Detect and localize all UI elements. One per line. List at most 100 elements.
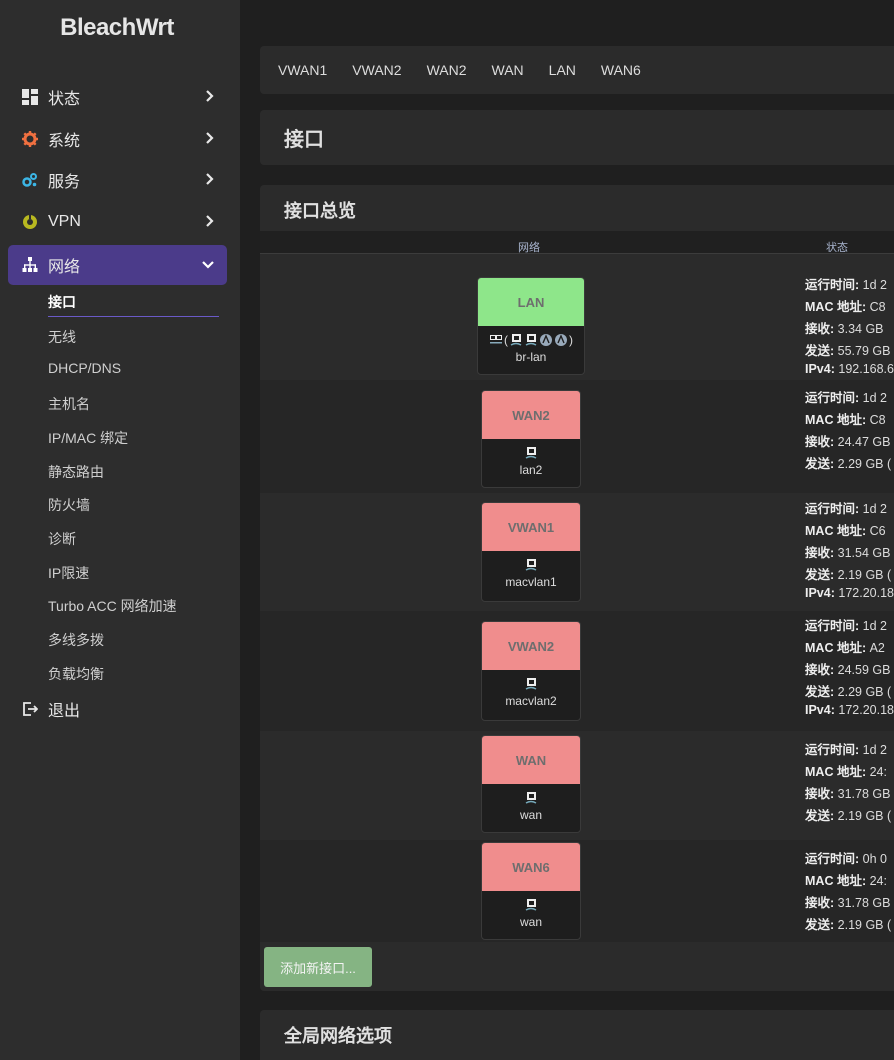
submenu-diagnostics[interactable]: 诊断 <box>48 529 76 549</box>
interface-name: LAN <box>478 278 584 326</box>
menu-label: 系统 <box>48 133 81 150</box>
menu-label: 服务 <box>48 174 81 191</box>
interface-badge-lan[interactable]: LAN ( ) br-lan <box>477 277 585 375</box>
menu-item-vpn[interactable]: VPN <box>8 202 227 242</box>
chevron-right-icon <box>206 173 214 185</box>
status-mac: MAC 地址: C8 <box>805 413 886 427</box>
menu-label: 退出 <box>48 703 81 720</box>
interface-name: VWAN1 <box>482 503 580 551</box>
tab-vwan1[interactable]: VWAN1 <box>278 62 327 78</box>
tab-wan2[interactable]: WAN2 <box>427 62 467 78</box>
logout-icon <box>20 701 40 717</box>
submenu-dhcp-dns[interactable]: DHCP/DNS <box>48 360 121 376</box>
status-tx: 发送: 2.19 GB ( <box>805 568 892 582</box>
status-uptime: 运行时间: 1d 2 <box>805 391 887 405</box>
chevron-right-icon <box>206 132 214 144</box>
chevron-right-icon <box>206 215 214 227</box>
menu-item-status[interactable]: 状态 <box>8 77 227 117</box>
status-rx: 接收: 3.34 GB <box>805 322 884 336</box>
status-uptime: 运行时间: 1d 2 <box>805 502 887 516</box>
ethernet-port-icon <box>525 559 537 571</box>
status-tx: 发送: 2.29 GB ( <box>805 685 892 699</box>
tab-lan[interactable]: LAN <box>549 62 576 78</box>
status-uptime: 运行时间: 1d 2 <box>805 619 887 633</box>
interface-badge-vwan2[interactable]: VWAN2 macvlan2 <box>481 621 581 721</box>
status-tx: 发送: 2.19 GB ( <box>805 918 892 932</box>
network-icon <box>20 257 40 273</box>
gear-icon <box>20 131 40 147</box>
ethernet-port-icon <box>525 334 537 346</box>
ethernet-port-icon <box>525 447 537 459</box>
status-ipv4: IPv4: 192.168.6 <box>805 362 894 376</box>
ethernet-port-icon <box>525 792 537 804</box>
global-network-options-panel: 全局网络选项 <box>260 1010 894 1060</box>
interface-badge-vwan1[interactable]: VWAN1 macvlan1 <box>481 502 581 602</box>
interface-name: VWAN2 <box>482 622 580 670</box>
table-row: LAN ( ) br-lan 运行时间: 1d 2 MAC 地址: C8 接收:… <box>260 268 894 380</box>
device-name: br-lan <box>515 350 547 364</box>
device-name: wan <box>519 915 542 929</box>
menu-item-network[interactable]: 网络 <box>8 245 227 285</box>
status-mac: MAC 地址: 24: <box>805 765 887 779</box>
column-network: 网络 <box>518 242 540 254</box>
submenu-interfaces[interactable]: 接口 <box>48 292 76 312</box>
chevron-down-icon <box>202 261 214 269</box>
device-icons <box>482 897 580 913</box>
interfaces-overview-panel: 接口总览 网络 状态 LAN ( ) br-lan 运行时间: 1d 2 MAC… <box>260 185 894 991</box>
page-title: 接口 <box>260 110 894 165</box>
device-name: wan <box>519 808 542 822</box>
ethernet-port-icon <box>510 334 522 346</box>
table-row: VWAN1 macvlan1 运行时间: 1d 2 MAC 地址: C6 接收:… <box>260 493 894 611</box>
submenu-static-routes[interactable]: 静态路由 <box>48 462 104 482</box>
global-options-title: 全局网络选项 <box>284 1026 392 1046</box>
status-mac: MAC 地址: A2 <box>805 641 885 655</box>
submenu-firewall[interactable]: 防火墙 <box>48 495 90 515</box>
interface-tabs: VWAN1 VWAN2 WAN2 WAN LAN WAN6 <box>260 46 894 94</box>
interface-badge-wan2[interactable]: WAN2 lan2 <box>481 390 581 488</box>
status-rx: 接收: 31.78 GB <box>805 896 891 910</box>
submenu-ip-mac-binding[interactable]: IP/MAC 绑定 <box>48 428 128 448</box>
submenu-turbo-acc[interactable]: Turbo ACC 网络加速 <box>48 596 177 616</box>
menu-item-logout[interactable]: 退出 <box>8 689 227 729</box>
status-ipv4: IPv4: 172.20.18 <box>805 586 894 600</box>
device-icons <box>482 557 580 573</box>
status-uptime: 运行时间: 0h 0 <box>805 852 887 866</box>
interface-name: WAN6 <box>482 843 580 891</box>
table-row: WAN6 wan 运行时间: 0h 0 MAC 地址: 24: 接收: 31.7… <box>260 840 894 942</box>
submenu-wireless[interactable]: 无线 <box>48 327 76 347</box>
submenu-load-balancing[interactable]: 负载均衡 <box>48 664 104 684</box>
menu-item-system[interactable]: 系统 <box>8 119 227 159</box>
status-ipv4: IPv4: 172.20.18 <box>805 703 894 717</box>
status-tx: 发送: 2.29 GB ( <box>805 457 892 471</box>
interface-badge-wan6[interactable]: WAN6 wan <box>481 842 581 940</box>
column-status: 状态 <box>826 242 848 254</box>
submenu-hostnames[interactable]: 主机名 <box>48 394 90 414</box>
vpn-icon <box>20 214 40 230</box>
status-mac: MAC 地址: C8 <box>805 300 886 314</box>
status-rx: 接收: 24.47 GB <box>805 435 891 449</box>
sidebar: BleachWrt 状态 系统 服务 VPN 网络 接口 无线 DHCP/DNS… <box>0 0 240 1060</box>
tab-wan[interactable]: WAN <box>492 62 524 78</box>
bridge-icon <box>490 335 502 344</box>
brand-logo[interactable]: BleachWrt <box>0 14 234 42</box>
status-rx: 接收: 24.59 GB <box>805 663 891 677</box>
device-icons <box>482 445 580 461</box>
menu-label: VPN <box>48 213 81 230</box>
submenu-multiwan-dial[interactable]: 多线多拨 <box>48 630 104 650</box>
device-icons <box>482 676 580 692</box>
status-uptime: 运行时间: 1d 2 <box>805 278 887 292</box>
status-tx: 发送: 55.79 GB <box>805 344 891 358</box>
interface-badge-wan[interactable]: WAN wan <box>481 735 581 833</box>
device-name: macvlan1 <box>505 575 557 589</box>
wireless-icon <box>555 334 567 346</box>
menu-label: 状态 <box>48 91 81 108</box>
device-name: macvlan2 <box>505 694 557 708</box>
table-header: 网络 状态 <box>260 231 894 254</box>
add-interface-button[interactable]: 添加新接口... <box>264 947 372 987</box>
menu-item-services[interactable]: 服务 <box>8 160 227 200</box>
status-tx: 发送: 2.19 GB ( <box>805 809 892 823</box>
status-mac: MAC 地址: C6 <box>805 524 886 538</box>
tab-wan6[interactable]: WAN6 <box>601 62 641 78</box>
submenu-ip-limit[interactable]: IP限速 <box>48 563 89 583</box>
tab-vwan2[interactable]: VWAN2 <box>352 62 401 78</box>
